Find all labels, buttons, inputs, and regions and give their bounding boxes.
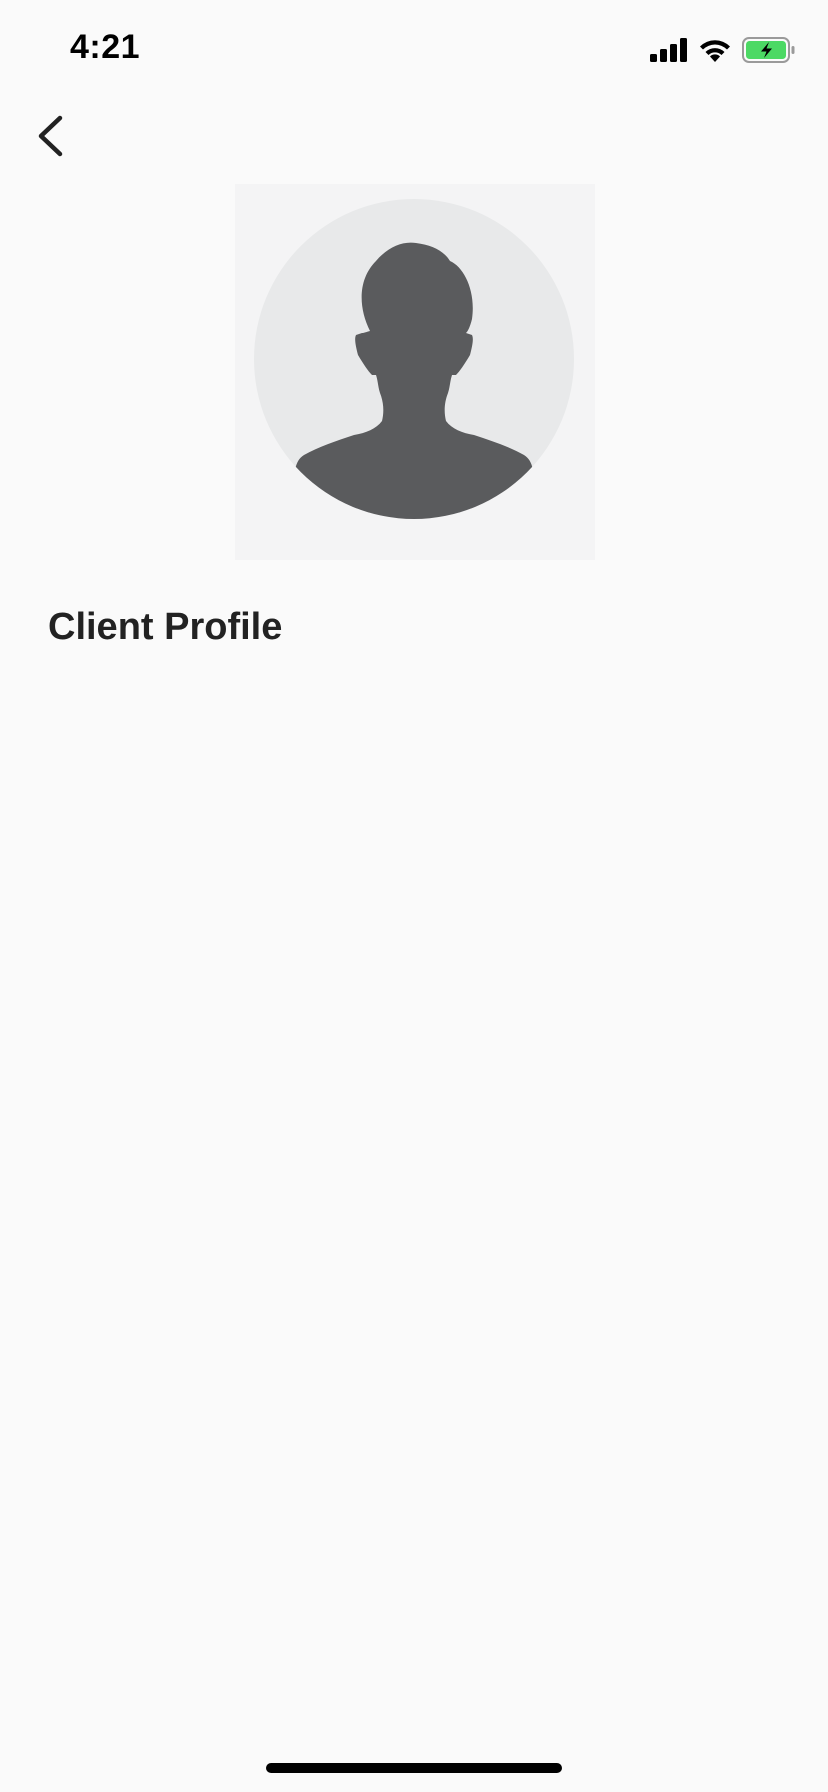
battery-charging-icon [742,37,796,63]
wifi-icon [698,37,732,63]
back-button[interactable] [28,108,72,164]
client-profile-screen: 4:21 Client Profile [0,0,828,1792]
home-indicator[interactable] [266,1763,562,1773]
status-time: 4:21 [70,28,141,66]
avatar [254,199,574,519]
chevron-left-icon [38,115,63,157]
avatar-frame[interactable] [235,184,595,560]
cellular-signal-icon [650,38,688,62]
status-icons [650,36,796,64]
status-bar: 4:21 [0,0,828,100]
page-title: Client Profile [48,606,283,648]
